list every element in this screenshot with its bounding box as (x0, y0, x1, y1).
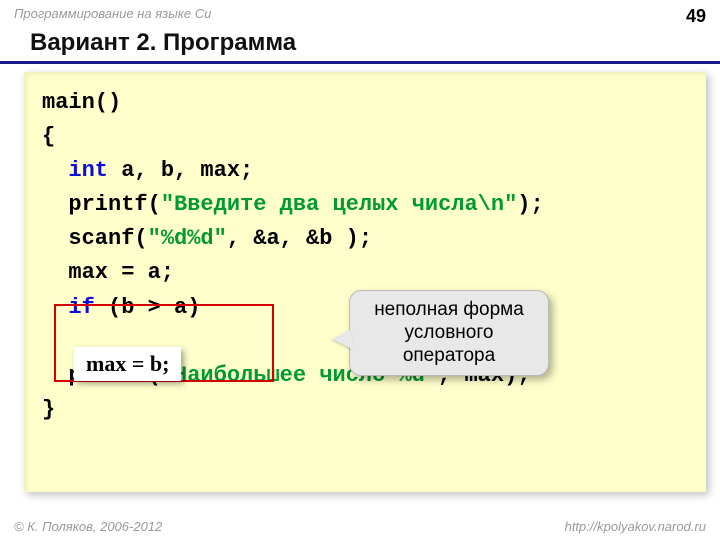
code-line: if (b > a) (42, 295, 200, 320)
assignment-chip: max = b; (74, 347, 181, 381)
footer-bar: © К. Поляков, 2006-2012 http://kpolyakov… (0, 519, 720, 534)
keyword-if: if (68, 295, 94, 320)
code-line: max = a; (42, 260, 174, 285)
code-line: scanf("%d%d", &a, &b ); (42, 226, 372, 251)
keyword-int: int (68, 158, 108, 183)
callout-note: неполная форма условного оператора (349, 290, 549, 376)
code-line: int a, b, max; (42, 158, 253, 183)
code-panel: main() { int a, b, max; printf("Введите … (24, 72, 706, 492)
string-literal: "%d%d" (148, 226, 227, 251)
copyright-label: © К. Поляков, 2006-2012 (14, 519, 162, 534)
slide-title: Вариант 2. Программа (0, 29, 720, 64)
code-line: main() (42, 90, 121, 115)
page-number: 49 (686, 6, 706, 27)
string-literal: "Введите два целых числа\n" (161, 192, 517, 217)
code-line: printf("Введите два целых числа\n"); (42, 192, 544, 217)
code-line: } (42, 397, 55, 422)
course-label: Программирование на языке Си (14, 6, 211, 27)
site-url-label: http://kpolyakov.narod.ru (565, 519, 706, 534)
code-line-blank (42, 329, 55, 354)
header-bar: Программирование на языке Си 49 (0, 0, 720, 29)
code-line: { (42, 124, 55, 149)
